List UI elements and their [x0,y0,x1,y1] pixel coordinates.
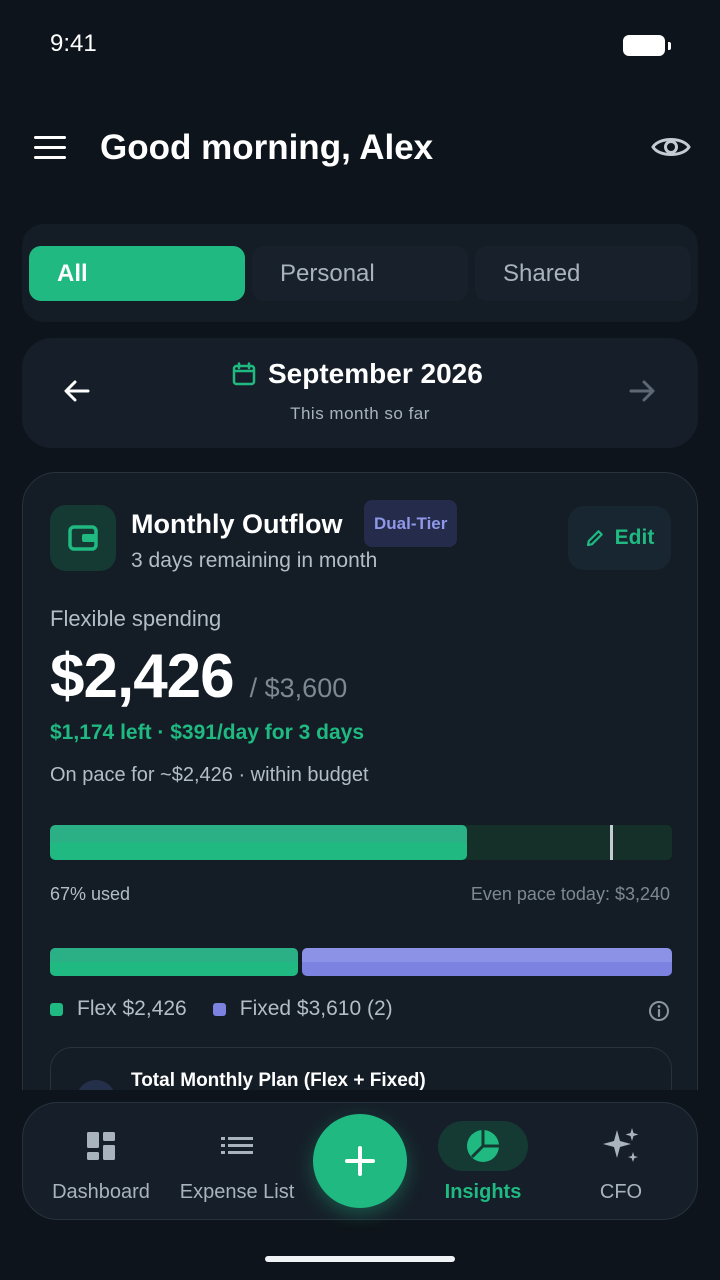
split-fixed-segment [302,948,672,976]
card-title: Monthly Outflow [131,509,343,539]
fixed-legend-swatch [212,1002,226,1016]
flex-legend-label: Flex $2,426 [77,997,187,1020]
fixed-legend-label: Fixed $3,610 (2) [239,997,393,1020]
status-time: 9:41 [50,30,97,57]
legend: Flex $2,426 Fixed $3,610 (2) [50,997,393,1021]
segment-all[interactable]: All [29,246,245,301]
menu-icon[interactable] [34,136,66,160]
monthly-outflow-card: Monthly Outflow Dual-Tier 3 days remaini… [22,472,698,1172]
flex-fixed-split-bar [50,948,672,976]
nav-cfo[interactable]: CFO [553,1103,689,1221]
segment-personal[interactable]: Personal [252,246,468,301]
month-subtitle: This month so far [290,404,430,423]
month-label: September 2026 [268,358,483,389]
amount-row: $2,426 / $3,600 [50,641,347,712]
nav-expense-list[interactable]: Expense List [169,1103,305,1221]
edit-label: Edit [614,526,655,549]
dashboard-icon [56,1121,146,1171]
account-segment-control: All Personal Shared [22,224,698,322]
budget-amount: / $3,600 [249,673,348,703]
month-selector: September 2026 This month so far [22,338,698,448]
sparkles-icon [576,1121,666,1171]
nav-label: Dashboard [52,1181,150,1203]
info-icon[interactable] [648,1000,670,1022]
plus-icon [345,1146,375,1176]
nav-dashboard[interactable]: Dashboard [33,1103,169,1221]
arrow-right-icon[interactable] [627,376,657,406]
flex-legend-swatch [50,1002,63,1016]
pace-line: On pace for ~$2,426 · within budget [50,764,369,786]
even-pace-marker [610,825,613,860]
edit-button[interactable]: Edit [568,506,671,570]
eye-icon[interactable] [651,132,691,162]
split-flex-segment [50,948,298,976]
home-indicator [265,1256,455,1262]
used-label: 67% used [50,884,131,904]
battery-icon [623,35,671,57]
arrow-left-icon[interactable] [62,376,92,406]
calendar-icon [232,362,256,386]
list-icon [192,1121,282,1171]
add-expense-button[interactable] [313,1114,407,1208]
progress-fill [50,825,467,860]
nav-label: Insights [444,1181,522,1203]
tier-badge: Dual-Tier [364,500,458,547]
status-bar: 9:41 [0,0,720,90]
nav-label: CFO [599,1181,643,1203]
pencil-icon [586,530,603,547]
pie-chart-icon [438,1121,528,1171]
flexible-spending-label: Flexible spending [50,606,222,631]
month-title: September 2026 [232,358,483,390]
segment-label: Personal [280,259,375,287]
spent-amount: $2,426 [50,642,235,711]
days-remaining: 3 days remaining in month [131,549,378,572]
progress-bar [50,825,672,860]
wallet-icon [50,505,116,571]
header: Good morning, Alex [0,112,720,184]
segment-label: All [57,259,88,287]
segment-label: Shared [503,259,581,287]
nav-insights[interactable]: Insights [415,1103,551,1221]
page-title: Good morning, Alex [100,128,434,167]
segment-shared[interactable]: Shared [475,246,691,301]
even-pace-label: Even pace today: $3,240 [470,884,670,904]
plan-title: Total Monthly Plan (Flex + Fixed) [131,1070,426,1091]
remaining-line: $1,174 left · $391/day for 3 days [50,721,365,744]
nav-label: Expense List [179,1181,295,1203]
